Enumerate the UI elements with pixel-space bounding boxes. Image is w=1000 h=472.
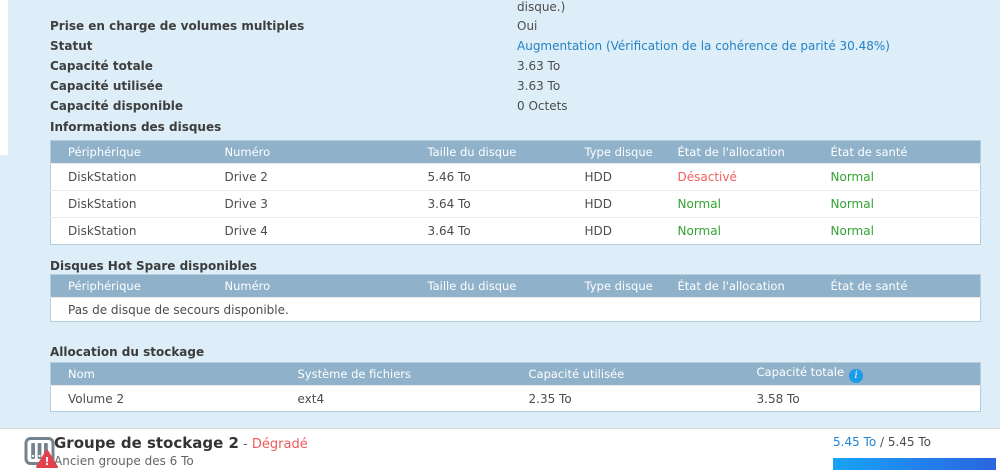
capacity-total: / 5.45 To [876, 435, 932, 449]
cell-filesystem: ext4 [280, 385, 512, 412]
col-total-label: Capacité totale [756, 365, 845, 379]
description-continuation: disque.) [517, 0, 566, 14]
table-row: DiskStation Drive 4 3.64 To HDD Normal N… [50, 217, 981, 245]
cell-type: HDD [567, 163, 661, 191]
field-label: Capacité totale [50, 59, 153, 73]
cell-health-status: Normal [813, 163, 981, 191]
table-row: DiskStation Drive 3 3.64 To HDD Normal N… [50, 190, 981, 218]
field-value: 3.63 To [517, 79, 561, 93]
col-device: Périphérique [50, 140, 208, 164]
col-used: Capacité utilisée [511, 362, 740, 386]
col-number: Numéro [207, 140, 411, 164]
allocation-section-title: Allocation du stockage [50, 345, 205, 359]
title-separator: - [238, 437, 252, 452]
col-device: Périphérique [50, 274, 208, 298]
cell-size: 3.64 To [410, 217, 568, 245]
col-health: État de santé [813, 140, 981, 164]
hot-spare-table: Périphérique Numéro Taille du disque Typ… [50, 274, 981, 322]
cell-allocation-status: Normal [660, 217, 814, 245]
col-type: Type disque [567, 274, 661, 298]
cell-health-status: Normal [813, 190, 981, 218]
capacity-summary: 5.45 To / 5.45 To [833, 435, 931, 450]
panel-left-gutter [0, 0, 8, 155]
col-size: Taille du disque [410, 274, 568, 298]
field-label: Capacité disponible [50, 99, 184, 113]
storage-group-list-item[interactable]: ! Groupe de stockage 2 - Dégradé Ancien … [0, 428, 1000, 472]
col-allocation: État de l'allocation [660, 274, 814, 298]
cell-used: 2.35 To [511, 385, 740, 412]
info-icon[interactable]: i [849, 369, 864, 383]
field-value: 3.63 To [517, 59, 561, 73]
disk-info-table: Périphérique Numéro Taille du disque Typ… [50, 140, 981, 245]
col-health: État de santé [813, 274, 981, 298]
cell-health-status: Normal [813, 217, 981, 245]
cell-allocation-status: Normal [660, 190, 814, 218]
empty-row: Pas de disque de secours disponible. [50, 297, 981, 322]
storage-manager-page: disque.) Prise en charge de volumes mult… [0, 0, 1000, 472]
col-type: Type disque [567, 140, 661, 164]
cell-allocation-status: Désactivé [660, 163, 814, 191]
status-progress-text: Augmentation (Vérification de la cohéren… [517, 39, 890, 53]
cell-device: DiskStation [50, 163, 208, 191]
field-used-capacity: Capacité utilisée 3.63 To [50, 76, 980, 96]
cell-size: 3.64 To [410, 190, 568, 218]
field-value: Oui [517, 19, 538, 33]
table-header-row: Périphérique Numéro Taille du disque Typ… [50, 274, 981, 298]
field-status: Statut Augmentation (Vérification de la … [50, 36, 980, 56]
col-allocation: État de l'allocation [660, 140, 814, 164]
storage-group-detail-panel: disque.) Prise en charge de volumes mult… [0, 0, 1000, 428]
field-available-capacity: Capacité disponible 0 Octets [50, 96, 980, 116]
svg-text:!: ! [44, 455, 49, 468]
cell-device: DiskStation [50, 190, 208, 218]
cell-total: 3.58 To [739, 385, 981, 412]
cell-type: HDD [567, 190, 661, 218]
col-size: Taille du disque [410, 140, 568, 164]
table-row: Volume 2 ext4 2.35 To 3.58 To [50, 385, 981, 412]
col-number: Numéro [207, 274, 411, 298]
cell-number: Drive 2 [207, 163, 411, 191]
storage-allocation-table: Nom Système de fichiers Capacité utilisé… [50, 362, 981, 412]
cell-type: HDD [567, 217, 661, 245]
col-filesystem: Système de fichiers [280, 362, 512, 386]
cell-size: 5.46 To [410, 163, 568, 191]
col-total: Capacité totale i [739, 362, 981, 386]
cell-number: Drive 3 [207, 190, 411, 218]
field-total-capacity: Capacité totale 3.63 To [50, 56, 980, 76]
group-subtitle: Ancien groupe des 6 To [54, 454, 194, 468]
table-header-row: Nom Système de fichiers Capacité utilisé… [50, 362, 981, 386]
table-row: DiskStation Drive 2 5.46 To HDD Désactiv… [50, 163, 981, 191]
capacity-progress-bar [833, 458, 996, 470]
col-name: Nom [50, 362, 281, 386]
capacity-progress-fill [833, 458, 996, 470]
cell-device: DiskStation [50, 217, 208, 245]
hot-spare-section-title: Disques Hot Spare disponibles [50, 259, 257, 273]
status-badge: Dégradé [251, 437, 308, 452]
cell-number: Drive 4 [207, 217, 411, 245]
cell-volume-name: Volume 2 [50, 385, 281, 412]
field-label: Prise en charge de volumes multiples [50, 19, 305, 33]
storage-group-warning-icon: ! [24, 437, 58, 468]
field-label: Capacité utilisée [50, 79, 163, 93]
field-label: Statut [50, 39, 93, 53]
field-multi-volume: Prise en charge de volumes multiples Oui [50, 16, 980, 36]
disk-info-section-title: Informations des disques [50, 120, 222, 134]
empty-message: Pas de disque de secours disponible. [50, 297, 981, 322]
group-title-line: Groupe de stockage 2 - Dégradé [54, 434, 308, 453]
group-title: Groupe de stockage 2 [54, 434, 239, 452]
field-value: 0 Octets [517, 99, 568, 113]
table-header-row: Périphérique Numéro Taille du disque Typ… [50, 140, 981, 164]
overview-field-list: Prise en charge de volumes multiples Oui… [50, 16, 980, 116]
capacity-used: 5.45 To [833, 435, 877, 449]
